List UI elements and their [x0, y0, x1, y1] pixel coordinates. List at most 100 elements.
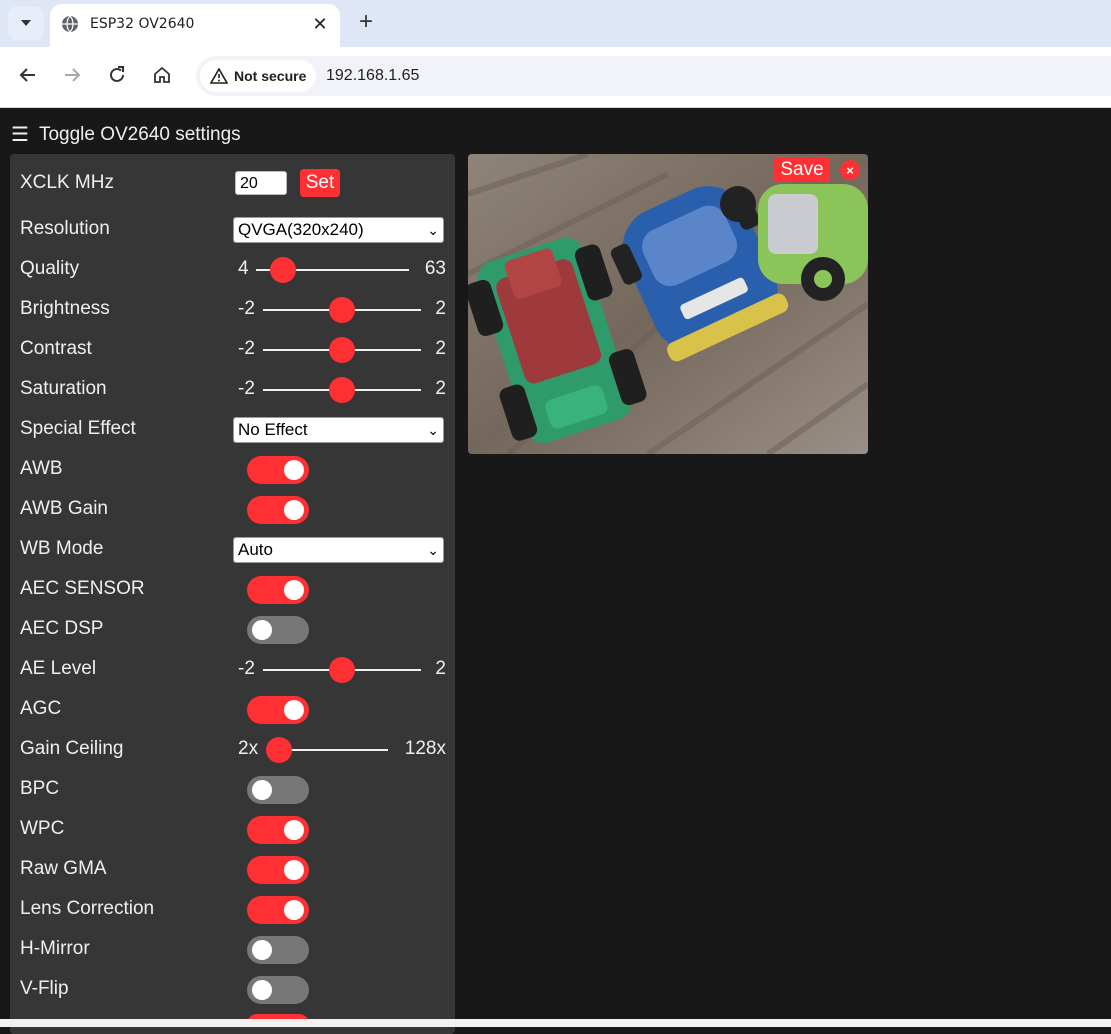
contrast-row: Contrast -2 2 — [20, 332, 448, 368]
home-button[interactable] — [148, 61, 176, 89]
aec-sensor-row: AEC SENSOR — [20, 572, 448, 608]
settings-panel: XCLK MHz 20 Set Resolution QVGA(320x240)… — [10, 154, 455, 1034]
wpc-toggle[interactable] — [247, 816, 309, 844]
special-effect-row: Special Effect No Effect ⌄ — [20, 412, 448, 448]
contrast-thumb[interactable] — [329, 337, 355, 363]
special-effect-label: Special Effect — [20, 418, 136, 439]
resolution-value: QVGA(320x240) — [238, 220, 364, 239]
quality-slider[interactable]: 4 63 — [233, 252, 448, 288]
raw-gma-toggle[interactable] — [247, 856, 309, 884]
agc-label: AGC — [20, 698, 62, 719]
aec-sensor-toggle[interactable] — [247, 576, 309, 604]
brightness-label: Brightness — [20, 298, 110, 319]
reload-icon — [110, 66, 124, 82]
vflip-toggle[interactable] — [247, 976, 309, 1004]
chevron-down-icon: ⌄ — [427, 542, 439, 558]
settings-toggle-label: Toggle OV2640 settings — [38, 123, 241, 145]
forward-button[interactable] — [58, 61, 86, 89]
special-effect-select[interactable]: No Effect ⌄ — [233, 417, 444, 443]
brightness-thumb[interactable] — [329, 297, 355, 323]
aec-dsp-label: AEC DSP — [20, 618, 104, 639]
aec-dsp-toggle[interactable] — [247, 616, 309, 644]
wb-mode-value: Auto — [238, 540, 273, 559]
gain-ceiling-slider[interactable]: 2x 128x — [233, 732, 448, 768]
forward-arrow-icon — [65, 68, 81, 82]
ae-level-max: 2 — [435, 658, 446, 679]
awb-gain-label: AWB Gain — [20, 498, 108, 519]
ae-level-slider[interactable]: -2 2 — [233, 652, 448, 688]
awb-toggle[interactable] — [247, 456, 309, 484]
url-text[interactable]: 192.168.1.65 — [326, 67, 419, 85]
hmirror-label: H-Mirror — [20, 938, 90, 959]
contrast-slider[interactable]: -2 2 — [233, 332, 448, 368]
brightness-row: Brightness -2 2 — [20, 292, 448, 328]
security-label: Not secure — [234, 68, 307, 84]
page-content: ☰ Toggle OV2640 settings XCLK MHz 20 Set… — [0, 108, 1111, 1034]
ae-level-label: AE Level — [20, 658, 97, 679]
gain-ceiling-label: Gain Ceiling — [20, 738, 124, 759]
awb-gain-row: AWB Gain — [20, 492, 448, 528]
brightness-slider[interactable]: -2 2 — [233, 292, 448, 328]
lens-correction-toggle[interactable] — [247, 896, 309, 924]
horizontal-scrollbar[interactable] — [0, 1019, 1111, 1027]
tab-search-button[interactable] — [8, 6, 44, 40]
wb-mode-row: WB Mode Auto ⌄ — [20, 532, 448, 568]
brightness-min: -2 — [238, 298, 255, 319]
gain-ceiling-row: Gain Ceiling 2x 128x — [20, 732, 448, 768]
lens-correction-label: Lens Correction — [20, 898, 155, 919]
security-chip[interactable]: Not secure — [200, 60, 317, 92]
resolution-label: Resolution — [20, 218, 110, 239]
quality-max: 63 — [424, 258, 446, 279]
chevron-down-icon: ⌄ — [427, 222, 439, 238]
home-icon — [154, 66, 170, 83]
xclk-input[interactable]: 20 — [235, 171, 287, 195]
bpc-label: BPC — [20, 778, 60, 799]
saturation-thumb[interactable] — [329, 377, 355, 403]
agc-toggle[interactable] — [247, 696, 309, 724]
awb-gain-toggle[interactable] — [247, 496, 309, 524]
xclk-set-button[interactable]: Set — [300, 169, 340, 197]
tab-title: ESP32 OV2640 — [90, 16, 195, 32]
browser-tab-bar: ESP32 OV2640 ✕ + — [0, 0, 1111, 47]
gain-ceiling-max: 128x — [404, 738, 446, 759]
ae-level-row: AE Level -2 2 — [20, 652, 448, 688]
contrast-max: 2 — [435, 338, 446, 359]
hamburger-icon: ☰ — [11, 124, 29, 146]
browser-toolbar: Not secure 192.168.1.65 — [0, 47, 1111, 108]
save-image-button[interactable]: Save — [774, 158, 830, 182]
saturation-min: -2 — [238, 378, 255, 399]
resolution-row: Resolution QVGA(320x240) ⌄ — [20, 212, 448, 248]
close-image-icon[interactable]: × — [840, 160, 860, 180]
xclk-row: XCLK MHz 20 Set — [20, 166, 448, 202]
gain-ceiling-thumb[interactable] — [266, 737, 292, 763]
wb-mode-select[interactable]: Auto ⌄ — [233, 537, 444, 563]
hmirror-row: H-Mirror — [20, 932, 448, 968]
bpc-row: BPC — [20, 772, 448, 808]
ae-level-min: -2 — [238, 658, 255, 679]
quality-row: Quality 4 63 — [20, 252, 448, 288]
reload-button[interactable] — [103, 61, 131, 89]
ae-level-thumb[interactable] — [329, 657, 355, 683]
wpc-label: WPC — [20, 818, 65, 839]
warning-icon — [210, 68, 228, 84]
browser-tab[interactable]: ESP32 OV2640 ✕ — [50, 4, 340, 47]
address-bar[interactable]: Not secure 192.168.1.65 — [196, 56, 1111, 96]
back-arrow-icon — [19, 68, 35, 82]
aec-sensor-label: AEC SENSOR — [20, 578, 145, 599]
hmirror-toggle[interactable] — [247, 936, 309, 964]
back-button[interactable] — [14, 61, 42, 89]
new-tab-button[interactable]: + — [352, 8, 380, 36]
saturation-slider[interactable]: -2 2 — [233, 372, 448, 408]
wpc-row: WPC — [20, 812, 448, 848]
bpc-toggle[interactable] — [247, 776, 309, 804]
resolution-select[interactable]: QVGA(320x240) ⌄ — [233, 217, 444, 243]
settings-toggle[interactable]: ☰ Toggle OV2640 settings — [11, 122, 241, 147]
raw-gma-row: Raw GMA — [20, 852, 448, 888]
xclk-label: XCLK MHz — [20, 172, 114, 193]
quality-thumb[interactable] — [270, 257, 296, 283]
close-tab-icon[interactable]: ✕ — [310, 14, 330, 34]
toy-cars-photo — [468, 154, 868, 454]
vflip-row: V-Flip — [20, 972, 448, 1008]
globe-icon — [62, 15, 78, 33]
saturation-row: Saturation -2 2 — [20, 372, 448, 408]
